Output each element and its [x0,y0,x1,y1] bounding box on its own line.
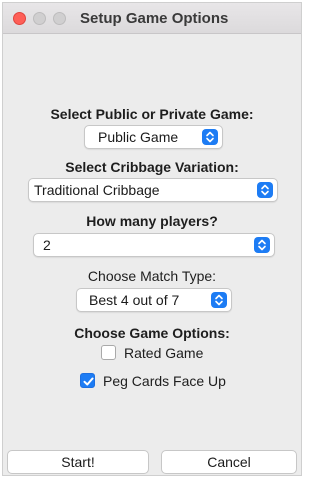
window-title: Setup Game Options [80,10,229,27]
game-type-select[interactable]: Public Game [84,125,223,149]
start-button[interactable]: Start! [7,450,149,474]
up-down-chevron-icon [257,182,273,198]
options-heading: Choose Game Options: [74,325,230,341]
setup-dialog: Setup Game Options Select Public or Priv… [2,2,302,476]
up-down-chevron-icon [254,237,270,253]
players-heading: How many players? [86,213,218,229]
rated-game-label[interactable]: Rated Game [124,345,203,361]
match-type-heading: Choose Match Type: [87,268,217,284]
game-type-heading: Select Public or Private Game: [50,106,254,122]
variation-value: Traditional Cribbage [34,182,160,198]
up-down-chevron-icon [211,292,227,308]
match-type-select[interactable]: Best 4 out of 7 [76,288,232,312]
game-type-value: Public Game [98,129,179,145]
minimize-window-button[interactable] [33,12,46,25]
peg-cards-face-up-label[interactable]: Peg Cards Face Up [103,373,226,389]
zoom-window-button[interactable] [53,12,66,25]
rated-game-checkbox[interactable] [101,345,116,360]
up-down-chevron-icon [202,129,218,145]
checkmark-icon [83,377,94,386]
players-value: 2 [43,237,51,253]
variation-select[interactable]: Traditional Cribbage [28,178,278,202]
players-select[interactable]: 2 [33,233,275,257]
match-type-value: Best 4 out of 7 [89,292,180,308]
cancel-button[interactable]: Cancel [161,450,297,474]
close-window-button[interactable] [13,12,26,25]
variation-heading: Select Cribbage Variation: [65,159,239,175]
title-bar: Setup Game Options [3,3,301,34]
peg-cards-face-up-checkbox[interactable] [80,373,95,388]
